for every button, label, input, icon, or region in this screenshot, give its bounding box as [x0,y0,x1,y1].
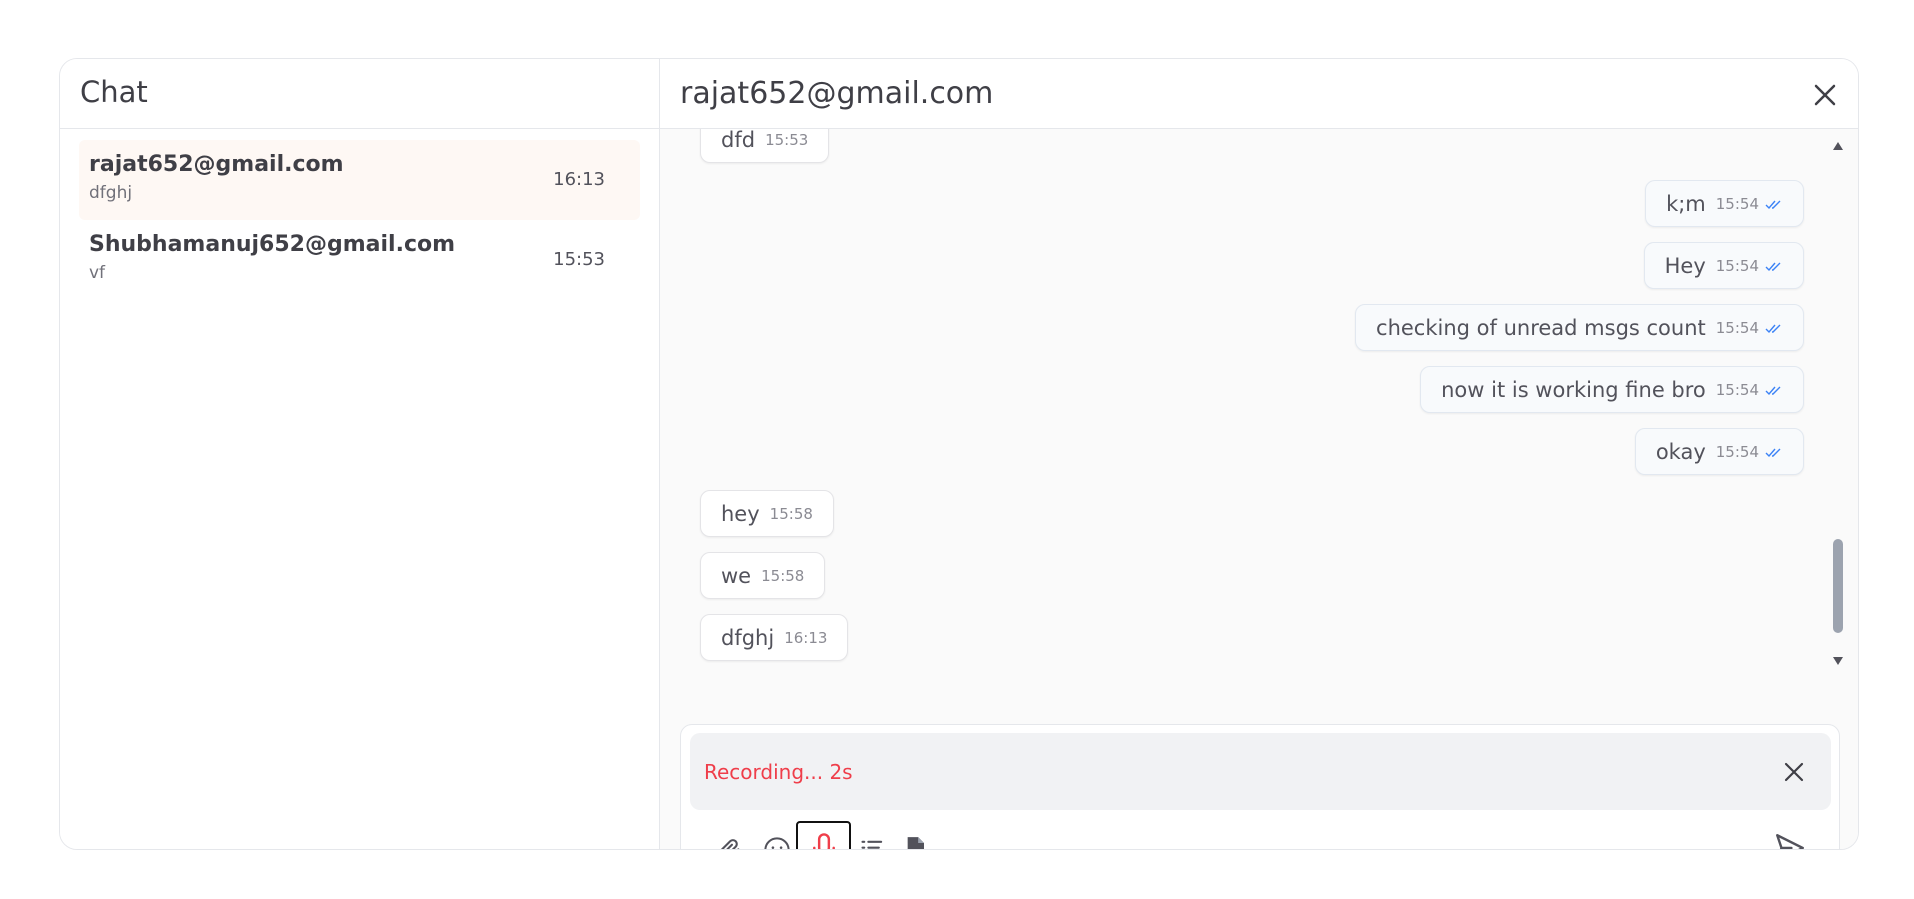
message-time: 16:13 [784,628,828,647]
chat-app: Chat rajat652@gmail.com dfghj 16:13 Shub… [59,58,1859,850]
conversation-name: Shubhamanuj652@gmail.com [89,232,456,257]
attach-button[interactable] [709,830,749,849]
message-bubble-outgoing: now it is working fine bro 15:54 [1420,366,1804,413]
message-bubble-outgoing: k;m 15:54 [1645,180,1804,227]
message-text: k;m [1666,191,1706,216]
conversation-name: rajat652@gmail.com [89,152,344,177]
message-list[interactable]: dfd 15:53 k;m 15:54 Hey 15:54 checking o… [660,129,1858,723]
chat-header: rajat652@gmail.com [660,59,1858,129]
conversation-preview: vf [89,263,106,283]
message-text: dfd [721,129,756,152]
export-pdf-button[interactable]: PDF [897,830,937,849]
message-bubble-incoming: dfghj 16:13 [700,614,849,661]
message-time: 15:58 [769,504,813,523]
message-time: 15:54 [1715,318,1759,337]
cancel-recording-button[interactable] [1783,761,1805,783]
send-icon [1776,834,1804,849]
message-scrollbar[interactable] [1832,141,1844,666]
emoji-button[interactable] [757,830,797,849]
emoji-icon [764,837,790,849]
read-receipt-icon [1765,262,1781,271]
conversation-time: 16:13 [553,169,605,190]
message-time: 15:54 [1715,380,1759,399]
conversation-item-shubhamanuj[interactable]: Shubhamanuj652@gmail.com vf 15:53 [79,220,640,300]
conversation-list: rajat652@gmail.com dfghj 16:13 Shubhaman… [60,129,659,300]
chat-panel: rajat652@gmail.com dfd 15:53 k;m 15:54 H… [660,59,1858,849]
message-bubble-incoming: hey 15:58 [700,490,834,537]
attachment-icon [720,839,740,849]
send-button[interactable] [1773,831,1807,849]
close-icon [1814,84,1836,106]
scroll-down-arrow-icon[interactable] [1832,656,1844,666]
read-receipt-icon [1765,324,1781,333]
message-time: 15:58 [761,566,805,585]
conversation-time: 15:53 [553,249,605,270]
add-checklist-button[interactable] [853,830,893,849]
close-chat-button[interactable] [1812,81,1838,107]
sidebar-title: Chat [60,59,659,129]
message-text: now it is working fine bro [1441,377,1706,402]
message-time: 15:54 [1715,442,1759,461]
message-bubble-incoming: we 15:58 [700,552,826,599]
conversation-preview: dfghj [89,183,133,203]
message-text: okay [1655,439,1706,464]
message-text: dfghj [721,625,775,650]
recording-indicator: Recording... 2s [690,733,1831,810]
scroll-up-arrow-icon[interactable] [1832,141,1844,151]
recording-status: Recording... 2s [704,760,853,784]
scrollbar-thumb[interactable] [1833,539,1843,633]
pdf-icon: PDF [907,837,924,849]
message-bubble-outgoing: Hey 15:54 [1643,242,1804,289]
message-time: 15:54 [1715,256,1759,275]
conversation-sidebar: Chat rajat652@gmail.com dfghj 16:13 Shub… [60,59,660,849]
conversation-item-rajat[interactable]: rajat652@gmail.com dfghj 16:13 [79,140,640,220]
message-composer: Recording... 2s [680,724,1840,849]
read-receipt-icon [1765,200,1781,209]
message-time: 15:54 [1715,194,1759,213]
chat-title: rajat652@gmail.com [680,76,994,111]
message-bubble-outgoing: okay 15:54 [1634,428,1804,475]
read-receipt-icon [1765,448,1781,457]
read-receipt-icon [1765,386,1781,395]
microphone-icon [812,833,835,849]
message-bubble-outgoing: checking of unread msgs count 15:54 [1355,304,1804,351]
message-bubble-incoming: dfd 15:53 [700,129,830,163]
message-text: checking of unread msgs count [1376,315,1706,340]
message-text: hey [721,501,760,526]
message-text: we [721,563,752,588]
message-time: 15:53 [765,130,809,149]
message-text: Hey [1664,253,1706,278]
checklist-add-icon [861,840,883,849]
close-icon [1784,762,1804,782]
record-voice-button[interactable] [796,821,851,849]
